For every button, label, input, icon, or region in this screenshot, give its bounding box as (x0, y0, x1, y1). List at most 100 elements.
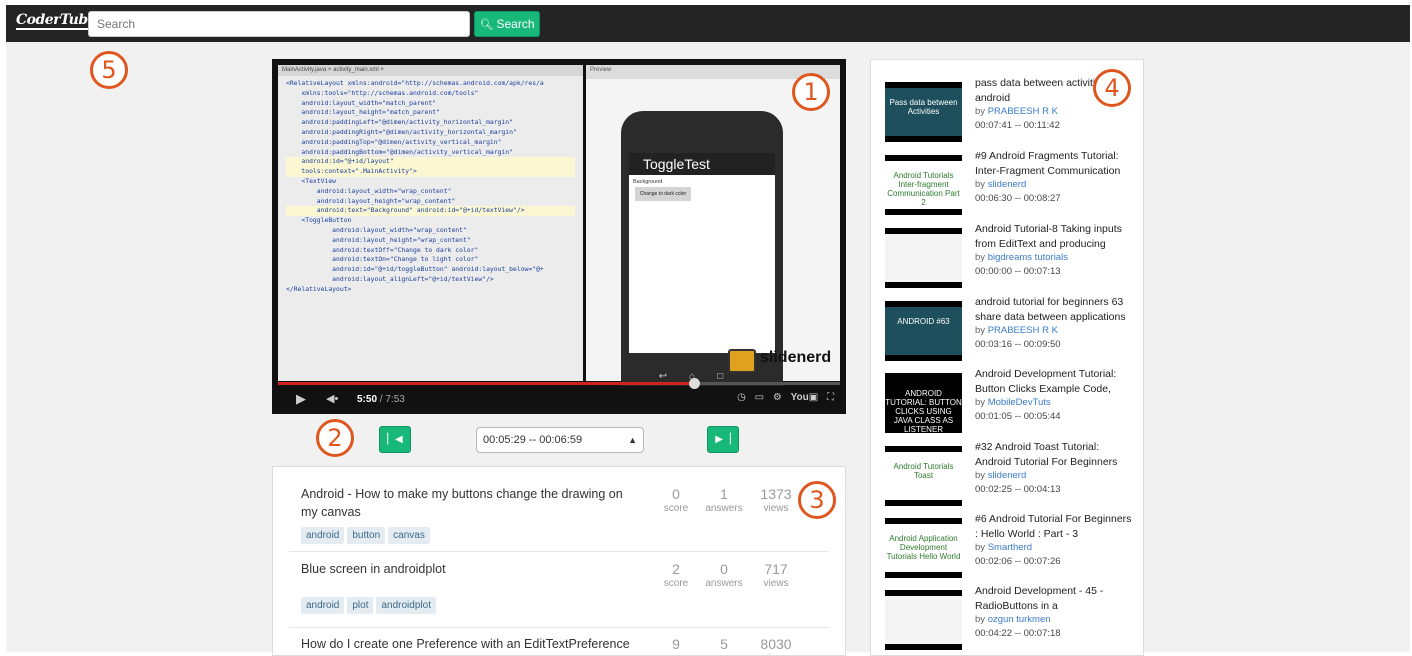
marker-2: 2 (316, 419, 354, 457)
video-duration: / 7:53 (377, 394, 405, 405)
question-score-count: 2 (672, 561, 680, 577)
code-line: android:paddingLeft="@dimen/activity_hor… (286, 118, 514, 127)
next-segment-button[interactable]: ▶▕ (707, 426, 739, 453)
question-divider (289, 551, 829, 552)
question-title[interactable]: Android - How to make my buttons change … (301, 485, 631, 521)
video-time: 5:50 / 7:53 (357, 394, 405, 405)
search-button[interactable]: 🔍︎ Search (474, 11, 540, 37)
question-tag[interactable]: android (301, 527, 345, 544)
channel-link[interactable]: slidenerd (988, 179, 1027, 190)
related-video-item[interactable]: Android Tutorials Inter-fragment Communi… (885, 149, 1135, 215)
segment-select-value: 00:05:29 -- 00:06:59 (483, 434, 583, 446)
related-video-item[interactable]: ANDROID #63 android tutorial for beginner… (885, 295, 1135, 361)
related-video-title[interactable]: #9 Android Fragments Tutorial: Inter-Fra… (975, 149, 1135, 179)
related-video-title[interactable]: Android Development Tutorial: Button Cli… (975, 367, 1135, 397)
related-video-segment-time: 00:06:30 -- 00:08:27 (975, 193, 1061, 204)
channel-link[interactable]: slidenerd (988, 470, 1027, 481)
marker-5: 5 (90, 51, 128, 89)
video-thumbnail[interactable]: Android Tutorials Toast (885, 446, 962, 506)
segment-select[interactable]: 00:05:29 -- 00:06:59 ▲ (476, 427, 644, 453)
code-line: android:textOn="Change to light color" (286, 255, 479, 264)
video-thumbnail[interactable] (885, 590, 962, 650)
related-video-item[interactable]: Android Development - 45 - RadioButtons … (885, 584, 1135, 650)
search-input[interactable] (88, 11, 470, 37)
question-tag[interactable]: button (347, 527, 386, 544)
question-title[interactable]: Blue screen in androidplot (301, 560, 631, 578)
video-thumbnail[interactable]: Android Tutorials Inter-fragment Communi… (885, 155, 962, 215)
phone-nav-icons: ↩⌂□ (658, 371, 746, 382)
video-thumbnail[interactable] (885, 228, 962, 288)
question-score-count: 0 (672, 486, 680, 502)
question-views-label: views (763, 578, 789, 589)
related-video-title[interactable]: android tutorial for beginners 63 share … (975, 295, 1135, 325)
ide-code: <RelativeLayout xmlns:android="http://sc… (278, 76, 583, 298)
question-views: 717 views (751, 560, 801, 590)
by-label: by (975, 397, 988, 408)
related-video-title[interactable]: Android Tutorial-8 Taking inputs from Ed… (975, 222, 1135, 252)
question-tag[interactable]: android (301, 597, 345, 614)
code-line: </RelativeLayout> (286, 284, 352, 293)
related-video-author: by MobileDevTuts (975, 397, 1051, 408)
video-thumbnail[interactable]: ANDROID TUTORIAL: BUTTON CLICKS USING JA… (885, 373, 962, 434)
question-answers-label: answers (705, 503, 743, 514)
video-thumbnail[interactable]: Android Application Development Tutorial… (885, 518, 962, 578)
question-views: 1373 views (751, 485, 801, 515)
question-answers-count: 0 (720, 561, 728, 577)
thumbnail-text: Android Tutorials Toast (885, 452, 962, 500)
fullscreen-icon[interactable]: ⛶ (827, 392, 834, 403)
select-arrows-icon: ▲ (628, 435, 637, 445)
related-video-item[interactable]: ANDROID TUTORIAL: BUTTON CLICKS USING JA… (885, 367, 1135, 434)
channel-link[interactable]: ozgun turkmen (988, 614, 1051, 625)
volume-icon[interactable]: ◀• (326, 392, 338, 405)
video-progress-bar[interactable] (278, 378, 840, 389)
question-title[interactable]: How do I create one Preference with an E… (301, 635, 631, 653)
channel-link[interactable]: PRABEESH R K (988, 106, 1058, 117)
code-line: android:layout_alignLeft="@+id/textView"… (286, 274, 494, 283)
question-tag[interactable]: plot (347, 597, 374, 614)
question-score: 0 score (651, 485, 701, 515)
code-line: tools:context=".MainActivity"> (286, 167, 575, 177)
by-label: by (975, 542, 988, 553)
question-answers: 0 answers (699, 560, 749, 590)
code-line: android:textOff="Change to dark color" (286, 245, 479, 254)
question-tag[interactable]: canvas (388, 527, 430, 544)
watch-later-icon[interactable]: ◷ (737, 392, 746, 403)
question-score-label: score (663, 578, 689, 589)
related-video-title[interactable]: Android Development - 45 - RadioButtons … (975, 584, 1135, 614)
video-thumbnail[interactable]: ANDROID #63 (885, 301, 962, 361)
by-label: by (975, 325, 988, 336)
related-video-title[interactable]: #32 Android Toast Tutorial: Android Tuto… (975, 440, 1135, 470)
channel-link[interactable]: MobileDevTuts (988, 397, 1051, 408)
video-current-time: 5:50 (357, 394, 378, 405)
thumbnail-text: Android Tutorials Inter-fragment Communi… (885, 161, 962, 209)
channel-link[interactable]: PRABEESH R K (988, 325, 1058, 336)
related-videos-panel: Pass data between Activities pass data be… (870, 59, 1144, 656)
related-video-item[interactable]: Android Tutorial-8 Taking inputs from Ed… (885, 222, 1135, 288)
code-line: android:paddingRight="@dimen/activity_ho… (286, 127, 517, 136)
related-video-item[interactable]: Android Application Development Tutorial… (885, 512, 1135, 578)
app-toggle-button: Change to dark color (635, 187, 691, 201)
question-score-label: score (663, 503, 689, 514)
video-player[interactable]: MainActivity.java × activity_main.xml × … (272, 59, 1142, 414)
related-video-item[interactable]: Android Tutorials Toast #32 Android Toast… (885, 440, 1135, 506)
previous-segment-button[interactable]: ▏◀ (379, 426, 411, 453)
thumbnail-text (885, 596, 962, 644)
code-line: android:layout_width="wrap_content" (286, 186, 452, 195)
youtube-logo-icon[interactable]: You▣ (791, 392, 819, 403)
code-line: android:paddingBottom="@dimen/activity_v… (286, 147, 514, 156)
question-tag[interactable]: androidplot (376, 597, 436, 614)
code-line: android:id="@+id/toggleButton" android:l… (286, 265, 544, 274)
related-video-segment-time: 00:02:06 -- 00:07:26 (975, 556, 1061, 567)
code-line: <TextView (286, 176, 337, 185)
settings-gear-icon[interactable]: ⚙ (773, 392, 782, 403)
channel-link[interactable]: Smartherd (988, 542, 1032, 553)
site-logo[interactable]: CoderTube (16, 12, 97, 30)
play-icon[interactable]: ▶ (296, 391, 306, 407)
channel-link[interactable]: bigdreams tutorials (988, 252, 1068, 263)
related-video-author: by slidenerd (975, 470, 1026, 481)
related-video-author: by slidenerd (975, 179, 1026, 190)
video-thumbnail[interactable]: Pass data between Activities (885, 82, 962, 142)
captions-icon[interactable]: ▭ (755, 392, 764, 403)
related-video-author: by PRABEESH R K (975, 325, 1058, 336)
related-video-title[interactable]: #6 Android Tutorial For Beginners : Hell… (975, 512, 1135, 542)
